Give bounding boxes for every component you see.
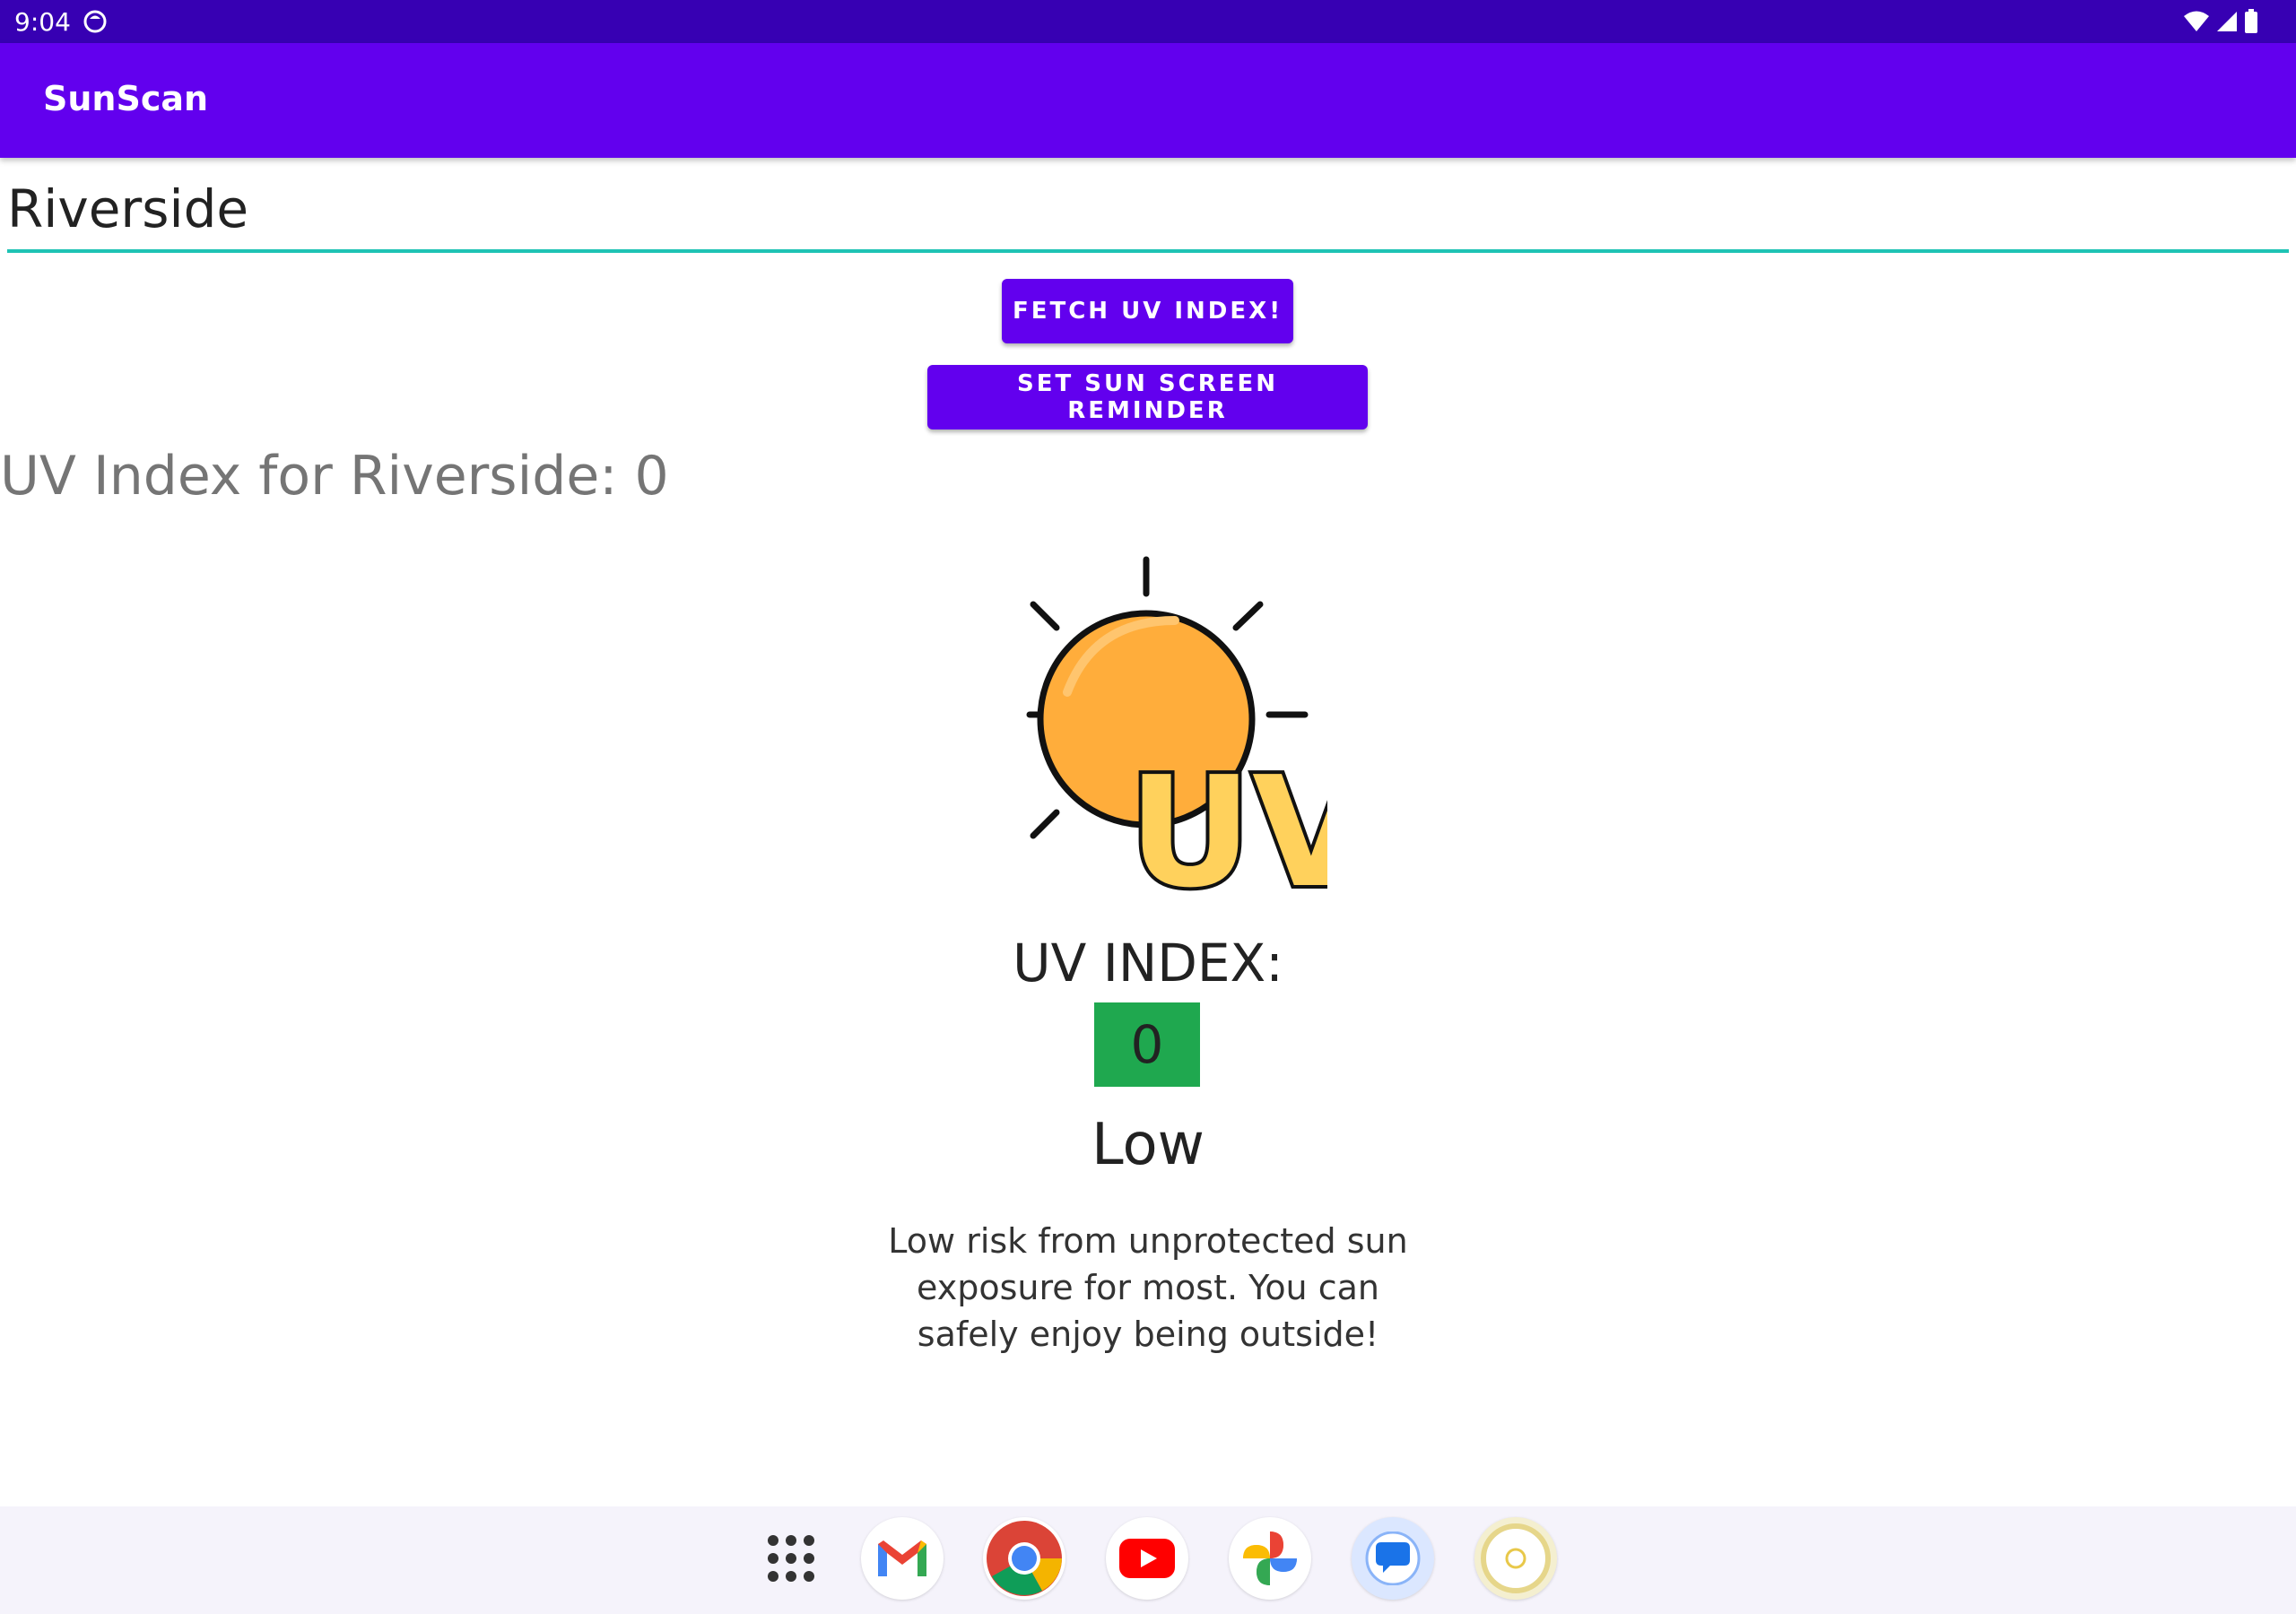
battery-icon [2245,9,2257,33]
city-input-container [7,170,2289,253]
uv-logo-text: UV [1128,744,1327,907]
notification-app-icon [83,10,107,33]
status-icons [2183,9,2258,34]
youtube-icon[interactable] [1106,1517,1188,1600]
uv-index-value: 0 [1094,1002,1200,1087]
input-underline [7,249,2289,253]
apps-grid-icon[interactable] [750,1517,832,1600]
status-bar: 9:04 [0,0,2296,43]
gmail-icon[interactable] [861,1517,944,1600]
uv-description: Low risk from unprotected sun exposure f… [888,1221,1408,1354]
fetch-uv-index-button[interactable]: FETCH UV INDEX! [1002,279,1293,343]
set-sunscreen-reminder-button[interactable]: SET SUN SCREEN REMINDER [927,365,1368,430]
status-time: 9:04 [14,7,71,37]
wifi-icon [2184,11,2209,31]
app-bar: SunScan [0,43,2296,158]
sunscan-app-icon[interactable] [1474,1517,1557,1600]
google-photos-icon[interactable] [1229,1517,1311,1600]
uv-sun-icon: UV [1026,556,1327,907]
uv-result-text: UV Index for Riverside: 0 [0,445,669,508]
cell-signal-icon [2217,12,2237,31]
chrome-icon[interactable] [983,1517,1065,1600]
app-title: SunScan [43,79,209,118]
city-input[interactable] [7,170,2289,247]
messages-icon[interactable] [1352,1517,1434,1600]
uv-index-label: UV INDEX: [1013,933,1283,994]
uv-level-text: Low [1091,1112,1205,1178]
